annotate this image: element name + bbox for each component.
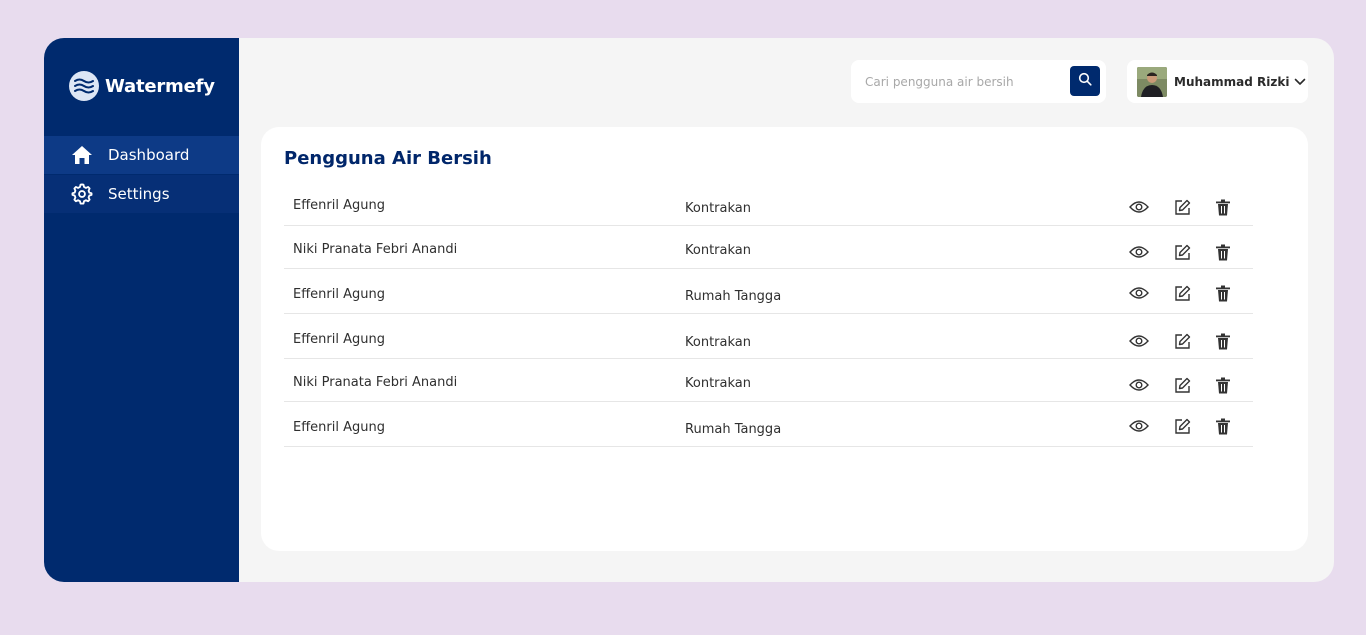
user-name-cell: Effenril Agung <box>293 332 385 347</box>
chevron-down-icon <box>1294 78 1306 86</box>
view-button[interactable] <box>1128 241 1150 263</box>
sidebar-item-label: Settings <box>108 185 170 203</box>
edit-icon <box>1174 285 1190 301</box>
view-button[interactable] <box>1128 196 1150 218</box>
search-input[interactable] <box>861 68 1066 95</box>
user-menu[interactable]: Muhammad Rizki <box>1127 60 1308 103</box>
delete-button[interactable] <box>1212 374 1234 396</box>
table-row: Niki Pranata Febri Anandi Kontrakan <box>284 226 1253 269</box>
eye-icon <box>1129 201 1149 213</box>
view-button[interactable] <box>1128 415 1150 437</box>
table-row: Effenril Agung Rumah Tangga <box>284 402 1253 447</box>
user-name-cell: Niki Pranata Febri Anandi <box>293 375 458 390</box>
page-title: Pengguna Air Bersih <box>284 148 492 169</box>
view-button[interactable] <box>1128 282 1150 304</box>
user-type-cell: Kontrakan <box>685 243 751 258</box>
gear-icon <box>70 182 94 206</box>
edit-button[interactable] <box>1171 282 1193 304</box>
users-card: Pengguna Air Bersih Effenril Agung Kontr… <box>261 127 1308 551</box>
delete-button[interactable] <box>1212 415 1234 437</box>
user-type-cell: Rumah Tangga <box>685 422 782 437</box>
trash-icon <box>1216 285 1230 301</box>
user-name-cell: Effenril Agung <box>293 287 385 302</box>
edit-button[interactable] <box>1171 374 1193 396</box>
edit-button[interactable] <box>1171 330 1193 352</box>
search-icon <box>1078 72 1092 91</box>
trash-icon <box>1216 244 1230 260</box>
water-logo-icon <box>69 71 99 101</box>
eye-icon <box>1129 335 1149 347</box>
view-button[interactable] <box>1128 374 1150 396</box>
trash-icon <box>1216 377 1230 393</box>
edit-icon <box>1174 199 1190 215</box>
edit-icon <box>1174 377 1190 393</box>
table-row: Effenril Agung Kontrakan <box>284 314 1253 359</box>
edit-button[interactable] <box>1171 415 1193 437</box>
eye-icon <box>1129 246 1149 258</box>
sidebar-item-settings[interactable]: Settings <box>44 175 239 213</box>
user-name-cell: Effenril Agung <box>293 198 385 213</box>
eye-icon <box>1129 420 1149 432</box>
search-button[interactable] <box>1070 66 1100 96</box>
edit-icon <box>1174 244 1190 260</box>
eye-icon <box>1129 287 1149 299</box>
user-name: Muhammad Rizki <box>1174 74 1290 89</box>
edit-button[interactable] <box>1171 196 1193 218</box>
edit-icon <box>1174 333 1190 349</box>
user-name-cell: Niki Pranata Febri Anandi <box>293 242 458 257</box>
user-type-cell: Kontrakan <box>685 201 751 216</box>
delete-button[interactable] <box>1212 196 1234 218</box>
table-row: Niki Pranata Febri Anandi Kontrakan <box>284 359 1253 402</box>
user-type-cell: Kontrakan <box>685 376 751 391</box>
delete-button[interactable] <box>1212 282 1234 304</box>
sidebar-item-label: Dashboard <box>108 146 190 164</box>
user-type-cell: Kontrakan <box>685 335 751 350</box>
trash-icon <box>1216 333 1230 349</box>
sidebar: Watermefy Dashboard Settings <box>44 38 239 582</box>
app-name: Watermefy <box>105 75 215 97</box>
avatar <box>1137 66 1167 97</box>
users-table: Effenril Agung Kontrakan Niki Pranata Fe… <box>284 184 1253 447</box>
table-row: Effenril Agung Kontrakan <box>284 184 1253 226</box>
home-icon <box>70 143 94 167</box>
search-box <box>851 60 1106 103</box>
user-type-cell: Rumah Tangga <box>685 289 782 304</box>
delete-button[interactable] <box>1212 241 1234 263</box>
sidebar-item-dashboard[interactable]: Dashboard <box>44 136 239 174</box>
eye-icon <box>1129 379 1149 391</box>
view-button[interactable] <box>1128 330 1150 352</box>
trash-icon <box>1216 418 1230 434</box>
delete-button[interactable] <box>1212 330 1234 352</box>
edit-button[interactable] <box>1171 241 1193 263</box>
table-row: Effenril Agung Rumah Tangga <box>284 269 1253 314</box>
edit-icon <box>1174 418 1190 434</box>
brand[interactable]: Watermefy <box>69 71 215 101</box>
app-window: Watermefy Dashboard Settings Cari penggu… <box>44 38 1334 582</box>
trash-icon <box>1216 199 1230 215</box>
user-name-cell: Effenril Agung <box>293 420 385 435</box>
